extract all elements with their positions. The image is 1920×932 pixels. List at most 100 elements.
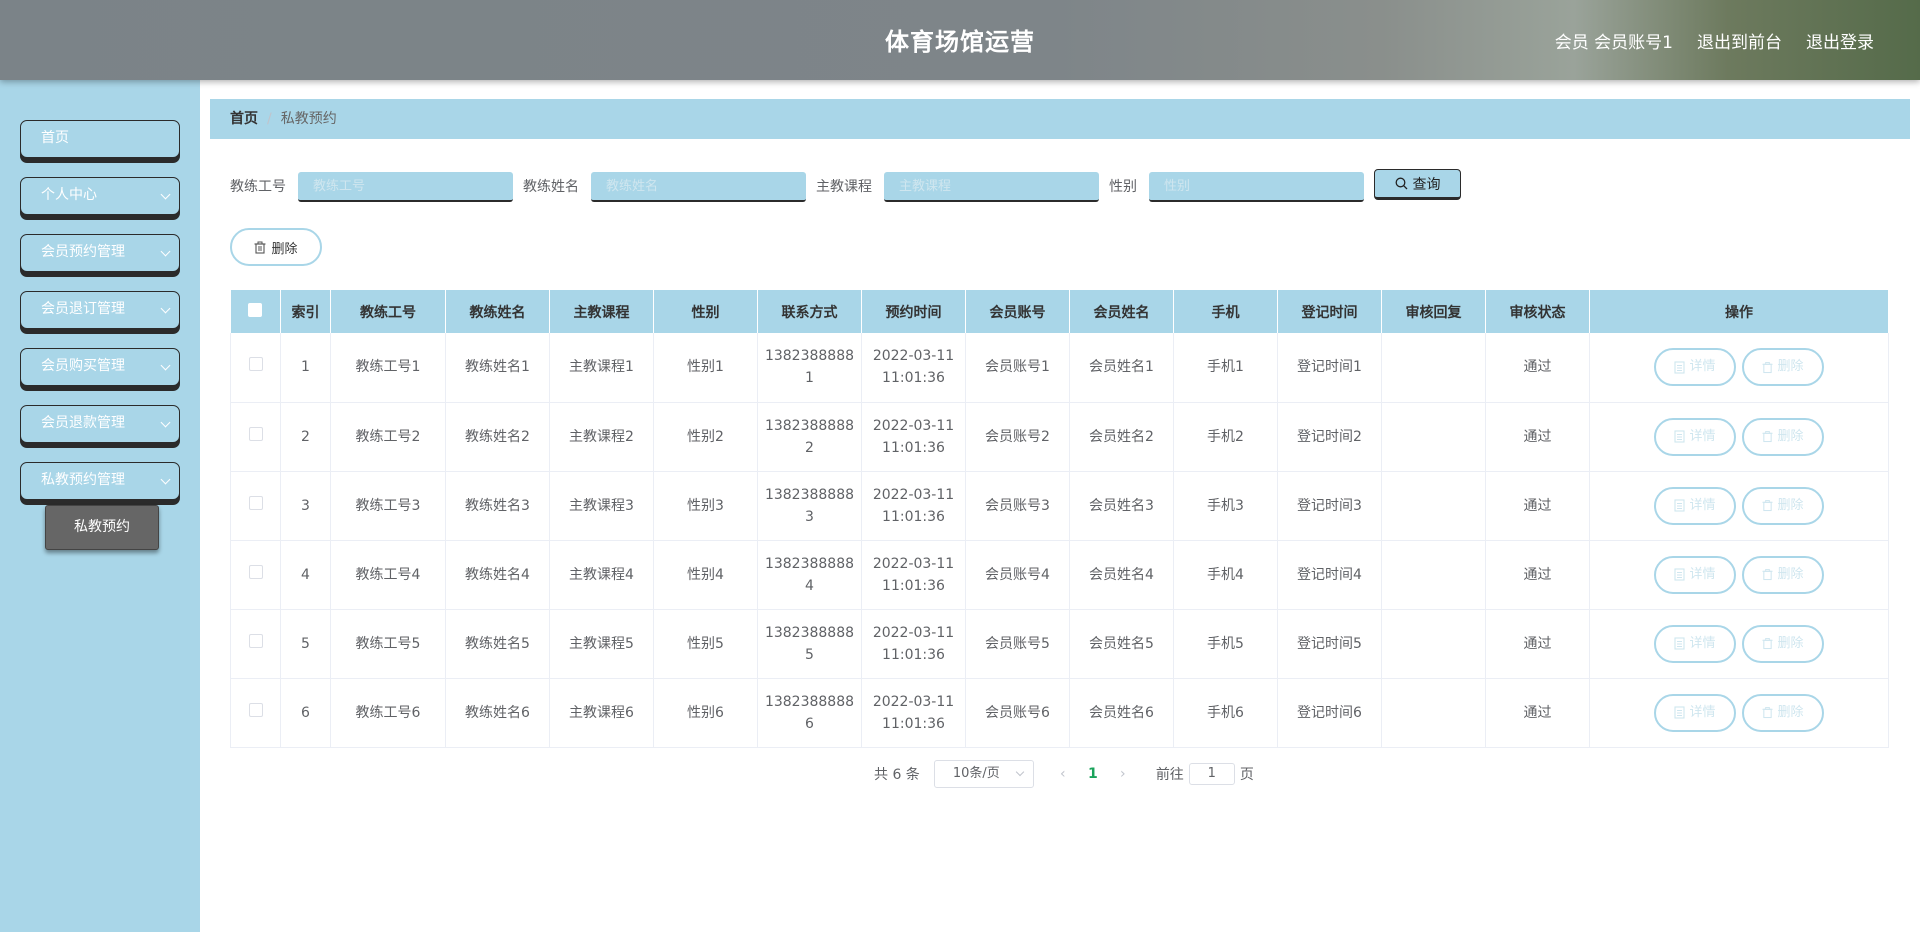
cell-idx: 3 (280, 471, 331, 541)
cell-gender: 性别3 (653, 471, 758, 541)
sidebar-item-member-booking[interactable]: 会员预约管理 (20, 234, 180, 272)
cell-status: 通过 (1485, 540, 1590, 610)
cell-actions: 详情 删除 (1589, 471, 1889, 541)
query-button[interactable]: 查询 (1374, 169, 1461, 200)
main-course-label: 主教课程 (816, 179, 872, 195)
row-checkbox[interactable] (248, 357, 263, 372)
row-select-cell[interactable] (230, 609, 281, 679)
sidebar-item-member-cancel[interactable]: 会员退订管理 (20, 291, 180, 329)
cell-reply (1381, 402, 1486, 472)
detail-button[interactable]: 详情 (1654, 348, 1736, 387)
detail-button[interactable]: 详情 (1654, 555, 1736, 594)
row-select-cell[interactable] (230, 402, 281, 472)
logout-link[interactable]: 退出登录 (1806, 28, 1874, 53)
detail-button[interactable]: 详情 (1654, 624, 1736, 663)
cell-phone-line2: 1 (805, 370, 814, 387)
detail-button[interactable]: 详情 (1654, 693, 1736, 732)
row-select-cell[interactable] (230, 333, 281, 403)
sidebar-item-label: 首页 (41, 130, 69, 146)
cell-acct: 会员账号4 (965, 540, 1070, 610)
detail-button[interactable]: 详情 (1654, 486, 1736, 525)
cell-reply (1381, 540, 1486, 610)
row-delete-button[interactable]: 删除 (1742, 624, 1824, 663)
cell-phone-line2: 6 (805, 715, 814, 732)
cell-gender: 性别1 (653, 333, 758, 403)
table-row: 3 教练工号3 教练姓名3 主教课程3 性别3 1382388888 3 2022-03-11… (230, 471, 1889, 541)
sidebar-item-label: 个人中心 (41, 187, 97, 203)
cell-actions: 详情 删除 (1589, 333, 1889, 403)
row-delete-button[interactable]: 删除 (1742, 693, 1824, 732)
row-checkbox[interactable] (248, 633, 263, 648)
cell-phone: 1382388888 5 (757, 609, 862, 679)
row-delete-button[interactable]: 删除 (1742, 555, 1824, 594)
cell-phone-line1: 1382388888 (764, 348, 855, 365)
query-label: 查询 (1412, 176, 1441, 193)
sidebar-item-label: 会员购买管理 (41, 358, 125, 374)
submenu-item-private-coach[interactable]: 私教预约 (45, 505, 159, 550)
coach-name-input[interactable] (591, 172, 806, 202)
goto-page-input[interactable]: 1 (1188, 763, 1235, 785)
select-all-checkbox[interactable] (248, 302, 263, 317)
cell-booking-time: 2022-03-11 11:01:36 (861, 402, 966, 472)
cell-code: 教练工号2 (330, 402, 446, 472)
sidebar-item-member-refund[interactable]: 会员退款管理 (20, 405, 180, 443)
sidebar-item-personal-center[interactable]: 个人中心 (20, 177, 180, 215)
detail-label: 详情 (1689, 359, 1716, 375)
column-header: 登记时间 (1277, 290, 1382, 333)
cell-idx: 5 (280, 609, 331, 679)
pagination: 共 6 条 10条/页 ‹ 1 › 前往 1 页 (874, 760, 1254, 788)
row-select-cell[interactable] (230, 540, 281, 610)
row-select-cell[interactable] (230, 678, 281, 748)
chevron-down-icon (160, 246, 171, 257)
page-size-select[interactable]: 10条/页 (933, 760, 1034, 788)
select-all-cell[interactable] (230, 290, 281, 333)
cell-phone-line1: 1382388888 (764, 417, 855, 434)
sidebar-item-label: 私教预约管理 (41, 472, 125, 488)
booking-table: 索引 教练工号 教练姓名 主教课程 性别 联系方式 预约时间 会员账号 会员姓名… (230, 290, 1889, 748)
cell-booking-clock: 11:01:36 (882, 370, 945, 387)
row-checkbox[interactable] (248, 426, 263, 441)
next-page-button[interactable]: › (1108, 766, 1138, 782)
cell-phone-line2: 5 (805, 646, 814, 663)
table-row: 2 教练工号2 教练姓名2 主教课程2 性别2 1382388888 2 2022-03-11… (230, 402, 1889, 472)
column-header: 性别 (653, 290, 758, 333)
cell-booking-time: 2022-03-11 11:01:36 (861, 678, 966, 748)
sidebar-item-home[interactable]: 首页 (20, 120, 180, 158)
chevron-down-icon (160, 303, 171, 314)
row-checkbox[interactable] (248, 564, 263, 579)
cell-mobile: 手机4 (1173, 540, 1278, 610)
column-header: 教练工号 (330, 290, 446, 333)
breadcrumb-home[interactable]: 首页 (230, 111, 258, 127)
gender-input[interactable] (1149, 172, 1364, 202)
batch-delete-button[interactable]: 删除 (230, 228, 322, 266)
row-checkbox[interactable] (248, 495, 263, 510)
coach-id-label: 教练工号 (230, 179, 286, 195)
cell-reg: 登记时间3 (1277, 471, 1382, 541)
chevron-down-icon (160, 474, 171, 485)
row-delete-button[interactable]: 删除 (1742, 348, 1824, 387)
cell-phone: 1382388888 4 (757, 540, 862, 610)
column-header: 索引 (280, 290, 331, 333)
coach-id-input[interactable] (298, 172, 513, 202)
table-row: 1 教练工号1 教练姓名1 主教课程1 性别1 1382388888 1 2022-03-11… (230, 333, 1889, 403)
row-delete-button[interactable]: 删除 (1742, 486, 1824, 525)
breadcrumb-current: 私教预约 (280, 111, 337, 127)
exit-to-front-link[interactable]: 退出到前台 (1697, 28, 1782, 53)
cell-status: 通过 (1485, 471, 1590, 541)
prev-page-button[interactable]: ‹ (1048, 766, 1078, 782)
column-header: 手机 (1173, 290, 1278, 333)
cell-acct: 会员账号2 (965, 402, 1070, 472)
detail-button[interactable]: 详情 (1654, 417, 1736, 456)
sidebar-item-member-purchase[interactable]: 会员购买管理 (20, 348, 180, 386)
cell-mobile: 手机3 (1173, 471, 1278, 541)
row-delete-button[interactable]: 删除 (1742, 417, 1824, 456)
page-number-1[interactable]: 1 (1078, 766, 1108, 782)
main-course-input[interactable] (884, 172, 1099, 202)
row-select-cell[interactable] (230, 471, 281, 541)
cell-code: 教练工号4 (330, 540, 446, 610)
cell-actions: 详情 删除 (1589, 609, 1889, 679)
goto-label: 前往 (1155, 767, 1184, 783)
sidebar-item-private-coach-booking[interactable]: 私教预约管理 (20, 462, 180, 500)
coach-name-label: 教练姓名 (523, 179, 579, 195)
row-checkbox[interactable] (248, 702, 263, 717)
